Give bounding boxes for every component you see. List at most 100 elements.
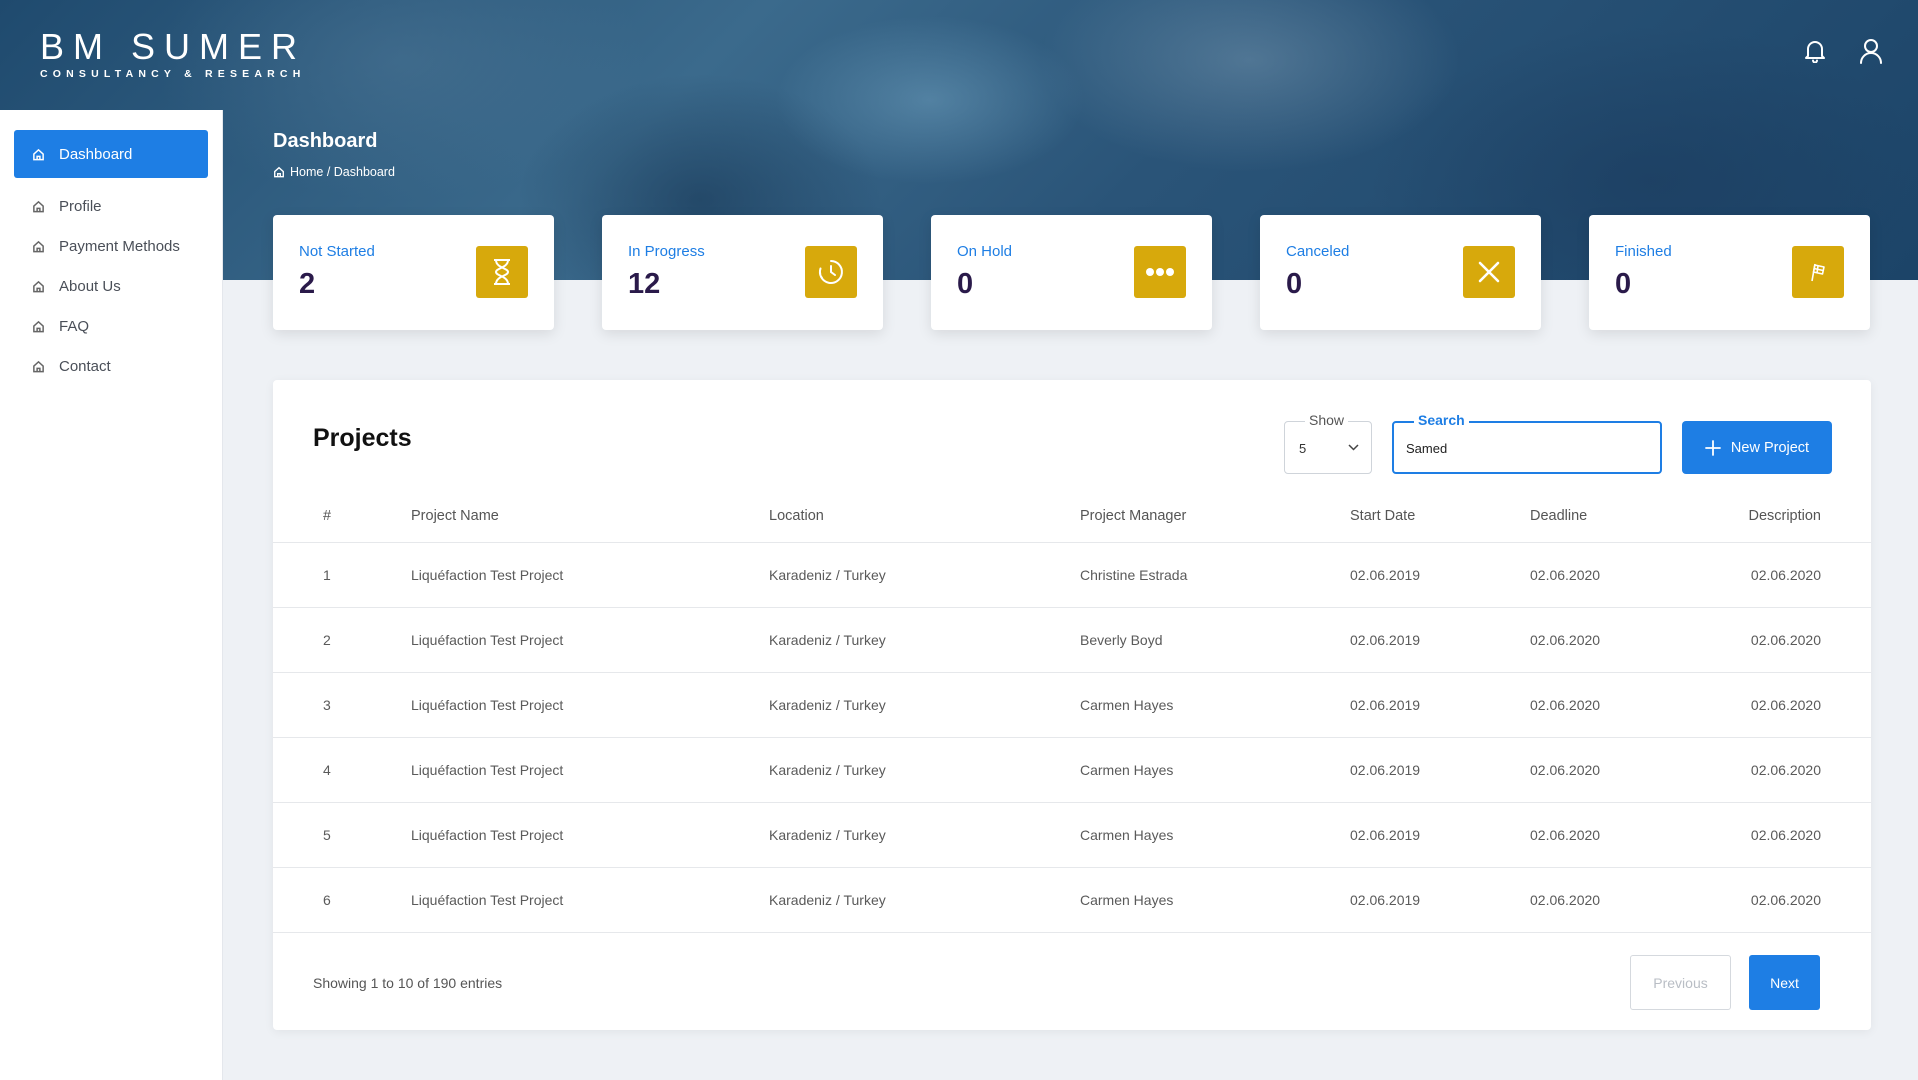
cell-deadline: 02.06.2020 — [1530, 672, 1710, 738]
cell-project-manager: Carmen Hayes — [1080, 737, 1350, 803]
stat-card-on-hold[interactable]: On Hold 0 — [931, 215, 1212, 330]
sidebar-item-label: Dashboard — [59, 145, 133, 163]
sidebar-item-dashboard[interactable]: Dashboard — [14, 130, 208, 178]
sidebar-item-profile[interactable]: Profile — [14, 186, 208, 226]
bell-icon[interactable] — [1800, 36, 1830, 66]
chevron-down-icon — [1348, 444, 1359, 451]
breadcrumb[interactable]: Home / Dashboard — [273, 165, 395, 179]
cell-location: Karadeniz / Turkey — [769, 542, 1080, 608]
new-project-label: New Project — [1730, 439, 1810, 456]
projects-table: # Project Name Location Project Manager … — [273, 490, 1871, 933]
cell-number: 4 — [273, 737, 411, 803]
sidebar-item-faq[interactable]: FAQ — [14, 306, 208, 346]
cell-deadline: 02.06.2020 — [1530, 737, 1710, 803]
sidebar-item-about-us[interactable]: About Us — [14, 266, 208, 306]
search-input[interactable] — [1406, 437, 1646, 459]
cell-number: 2 — [273, 607, 411, 673]
cell-deadline: 02.06.2020 — [1530, 607, 1710, 673]
stat-card-finished[interactable]: Finished 0 — [1589, 215, 1870, 330]
cell-start-date: 02.06.2019 — [1350, 542, 1530, 608]
cell-project-name: Liquéfaction Test Project — [411, 542, 769, 608]
cell-project-name: Liquéfaction Test Project — [411, 672, 769, 738]
sidebar-item-label: FAQ — [59, 317, 90, 335]
show-label: Show — [1305, 412, 1349, 428]
cell-description: 02.06.2020 — [1710, 607, 1871, 673]
page-header: Dashboard Home / Dashboard — [273, 130, 395, 179]
projects-title: Projects — [313, 424, 412, 452]
column-header-project-manager[interactable]: Project Manager — [1080, 490, 1350, 543]
home-icon — [33, 200, 44, 212]
cell-number: 3 — [273, 672, 411, 738]
cell-project-manager: Beverly Boyd — [1080, 607, 1350, 673]
sidebar-item-payment-methods[interactable]: Payment Methods — [14, 226, 208, 266]
pagination-info: Showing 1 to 10 of 190 entries — [313, 975, 503, 991]
cell-project-name: Liquéfaction Test Project — [411, 867, 769, 933]
cell-project-manager: Carmen Hayes — [1080, 672, 1350, 738]
column-header-start-date[interactable]: Start Date — [1350, 490, 1530, 543]
table-row[interactable]: 5 Liquéfaction Test Project Karadeniz / … — [273, 802, 1871, 868]
brand-name: BM SUMER — [40, 26, 307, 67]
sidebar-item-contact[interactable]: Contact — [14, 346, 208, 386]
cell-location: Karadeniz / Turkey — [769, 802, 1080, 868]
home-icon — [33, 360, 44, 372]
cell-project-manager: Carmen Hayes — [1080, 802, 1350, 868]
next-page-button[interactable]: Next — [1749, 955, 1820, 1010]
cell-location: Karadeniz / Turkey — [769, 607, 1080, 673]
projects-panel: Projects Show 5 Search New Project # Pro… — [273, 380, 1871, 1030]
column-header-deadline[interactable]: Deadline — [1530, 490, 1710, 543]
cell-project-name: Liquéfaction Test Project — [411, 737, 769, 803]
cell-description: 02.06.2020 — [1710, 867, 1871, 933]
stat-card-in-progress[interactable]: In Progress 12 — [602, 215, 883, 330]
clock-icon — [805, 246, 857, 298]
home-icon — [274, 166, 284, 178]
stat-card-canceled[interactable]: Canceled 0 — [1260, 215, 1541, 330]
table-row[interactable]: 3 Liquéfaction Test Project Karadeniz / … — [273, 672, 1871, 738]
sidebar-item-label: Payment Methods — [59, 237, 180, 255]
column-header-description[interactable]: Description — [1710, 490, 1871, 543]
previous-page-button[interactable]: Previous — [1630, 955, 1731, 1010]
cell-deadline: 02.06.2020 — [1530, 802, 1710, 868]
sidebar-item-label: About Us — [59, 277, 121, 295]
sidebar-item-label: Profile — [59, 197, 102, 215]
cell-location: Karadeniz / Turkey — [769, 672, 1080, 738]
cell-project-manager: Christine Estrada — [1080, 542, 1350, 608]
cell-description: 02.06.2020 — [1710, 802, 1871, 868]
cell-project-name: Liquéfaction Test Project — [411, 607, 769, 673]
search-field: Search — [1392, 412, 1662, 474]
cell-project-manager: Carmen Hayes — [1080, 867, 1350, 933]
brand-tagline: CONSULTANCY & RESEARCH — [40, 68, 306, 80]
column-header-location[interactable]: Location — [769, 490, 1080, 543]
cell-location: Karadeniz / Turkey — [769, 867, 1080, 933]
column-header-number[interactable]: # — [273, 490, 411, 543]
show-value: 5 — [1299, 441, 1307, 456]
cell-number: 6 — [273, 867, 411, 933]
column-header-project-name[interactable]: Project Name — [411, 490, 769, 543]
cell-description: 02.06.2020 — [1710, 672, 1871, 738]
brand-logo[interactable]: BM SUMER CONSULTANCY & RESEARCH — [40, 26, 307, 81]
search-label: Search — [1414, 412, 1469, 428]
hourglass-icon — [476, 246, 528, 298]
cell-start-date: 02.06.2019 — [1350, 607, 1530, 673]
table-row[interactable]: 2 Liquéfaction Test Project Karadeniz / … — [273, 607, 1871, 673]
table-row[interactable]: 6 Liquéfaction Test Project Karadeniz / … — [273, 867, 1871, 933]
home-icon — [33, 320, 44, 332]
user-icon[interactable] — [1856, 36, 1886, 66]
top-actions — [1800, 36, 1886, 66]
table-row[interactable]: 4 Liquéfaction Test Project Karadeniz / … — [273, 737, 1871, 803]
stat-card-not-started[interactable]: Not Started 2 — [273, 215, 554, 330]
entries-per-page-select[interactable]: Show 5 — [1284, 412, 1372, 474]
home-icon — [33, 240, 44, 252]
cell-number: 1 — [273, 542, 411, 608]
table-row[interactable]: 1 Liquéfaction Test Project Karadeniz / … — [273, 542, 1871, 608]
more-dots-icon — [1134, 246, 1186, 298]
cell-description: 02.06.2020 — [1710, 542, 1871, 608]
plus-icon — [1705, 439, 1721, 456]
flag-icon — [1792, 246, 1844, 298]
new-project-button[interactable]: New Project — [1682, 421, 1832, 474]
home-icon — [33, 148, 44, 160]
cell-location: Karadeniz / Turkey — [769, 737, 1080, 803]
sidebar: Dashboard Profile Payment Methods About … — [0, 110, 223, 1080]
cell-deadline: 02.06.2020 — [1530, 867, 1710, 933]
cell-start-date: 02.06.2019 — [1350, 867, 1530, 933]
cell-project-name: Liquéfaction Test Project — [411, 802, 769, 868]
